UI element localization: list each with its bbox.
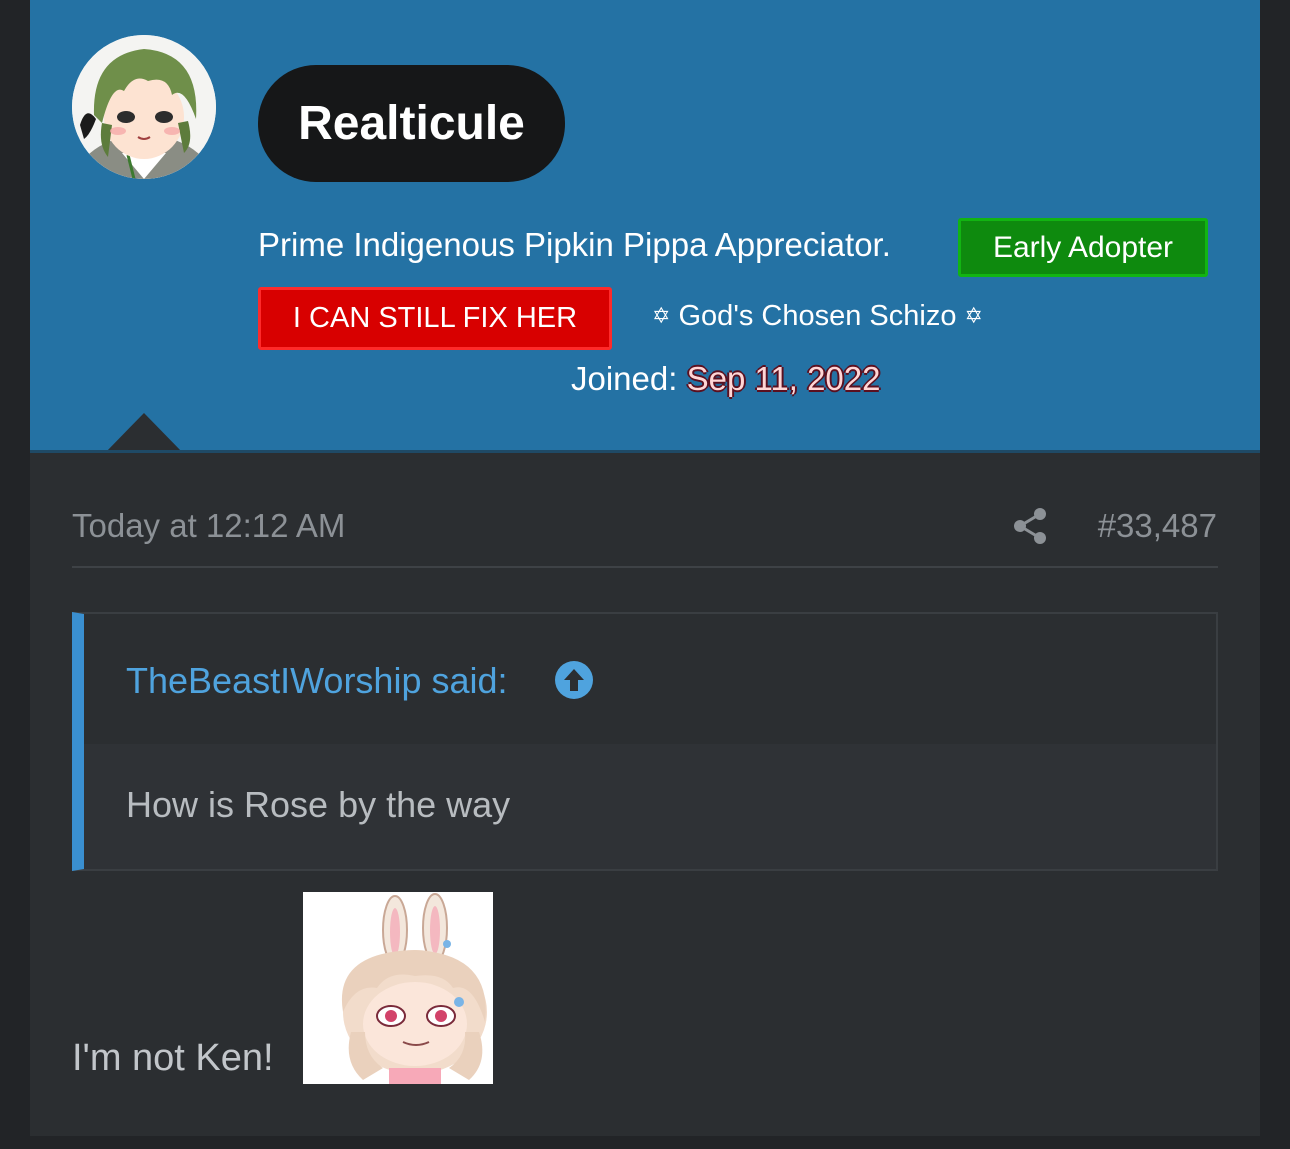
quote-header: TheBeastIWorship said: — [84, 614, 1216, 744]
message-text: I'm not Ken! — [72, 1037, 274, 1079]
quote-block: TheBeastIWorship said: How is Rose by th… — [72, 612, 1218, 871]
user-header: Realticule Prime Indigenous Pipkin Pippa… — [30, 0, 1260, 453]
header-divider — [30, 450, 1260, 453]
schizo-banner: ✡ God's Chosen Schizo ✡ — [652, 300, 983, 333]
quote-author[interactable]: TheBeastIWorship said: — [126, 660, 508, 702]
fix-her-banner: I CAN STILL FIX HER — [258, 287, 612, 350]
arrow-up-circle-icon[interactable] — [554, 660, 594, 700]
message-divider — [72, 566, 1218, 568]
post-number[interactable]: #33,487 — [1098, 507, 1217, 545]
share-icon[interactable] — [1012, 507, 1048, 545]
quote-text: How is Rose by the way — [126, 784, 511, 825]
star-of-david-icon: ✡ — [652, 303, 671, 328]
username[interactable]: Realticule — [258, 65, 565, 182]
header-pointer — [105, 413, 183, 453]
star-of-david-icon: ✡ — [964, 303, 983, 328]
bunny-girl-emote — [303, 892, 493, 1084]
post-container: Realticule Prime Indigenous Pipkin Pippa… — [30, 0, 1260, 1136]
avatar[interactable] — [72, 35, 216, 179]
message-timestamp[interactable]: Today at 12:12 AM — [72, 507, 345, 545]
joined-info: Joined: Sep 11, 2022 — [571, 360, 881, 398]
user-title: Prime Indigenous Pipkin Pippa Appreciato… — [258, 226, 891, 263]
joined-label: Joined: — [571, 360, 678, 397]
schizo-banner-label: God's Chosen Schizo — [678, 300, 957, 332]
quote-body: How is Rose by the way — [84, 744, 1216, 869]
early-adopter-banner: Early Adopter — [958, 218, 1208, 277]
joined-date: Sep 11, 2022 — [686, 360, 881, 397]
